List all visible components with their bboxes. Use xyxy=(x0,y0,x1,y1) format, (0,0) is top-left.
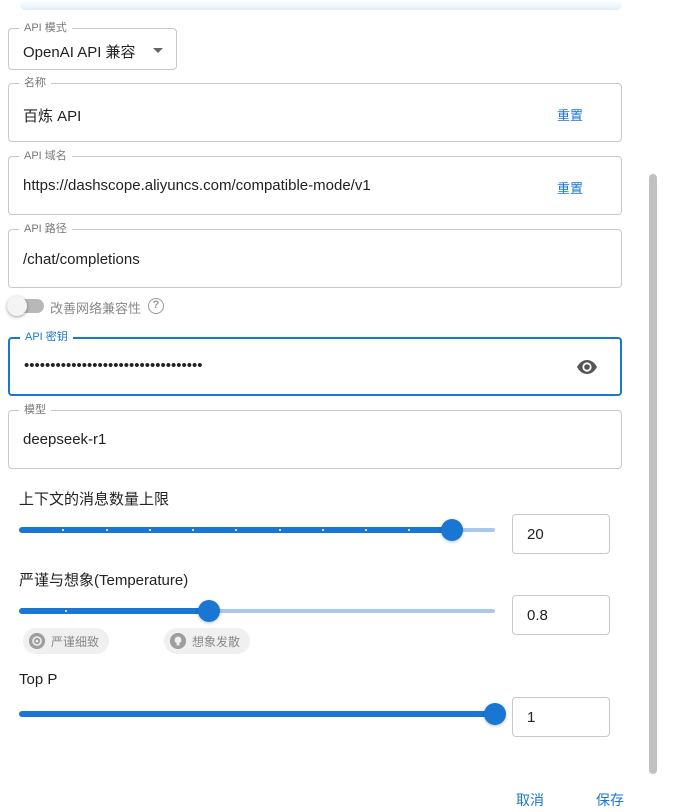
name-field[interactable]: 名称 百炼 API 重置 xyxy=(8,76,622,142)
chip-creative-label: 想象发散 xyxy=(192,634,241,649)
context-limit-title: 上下文的消息数量上限 xyxy=(19,491,170,508)
api-key-label: API 密钥 xyxy=(20,330,73,344)
slider-mark xyxy=(279,529,281,531)
api-host-label: API 域名 xyxy=(19,149,72,163)
context-limit-input[interactable]: 20 xyxy=(512,514,610,554)
chip-precise[interactable]: 严谨细致 xyxy=(23,628,110,654)
slider-mark xyxy=(192,529,194,531)
model-field[interactable]: 模型 deepseek-r1 xyxy=(8,403,622,469)
slider-track xyxy=(19,608,209,614)
api-mode-select[interactable]: API 模式 OpenAI API 兼容 xyxy=(8,21,177,70)
api-path-field[interactable]: API 路径 /chat/completions xyxy=(8,222,622,288)
slider-mark xyxy=(149,529,151,531)
name-label: 名称 xyxy=(19,76,51,90)
lightbulb-icon xyxy=(170,633,186,649)
api-host-field[interactable]: API 域名 https://dashscope.aliyuncs.com/co… xyxy=(8,149,622,215)
slider-thumb[interactable] xyxy=(484,703,506,725)
top-p-slider[interactable] xyxy=(19,703,506,725)
api-key-value: •••••••••••••••••••••••••••••••••• xyxy=(24,357,203,374)
top-p-input[interactable]: 1 xyxy=(512,697,610,737)
cancel-button[interactable]: 取消 xyxy=(516,790,544,810)
temperature-title: 严谨与想象(Temperature) xyxy=(19,572,189,589)
slider-thumb[interactable] xyxy=(441,519,463,541)
temperature-input[interactable]: 0.8 xyxy=(512,595,610,635)
api-key-field[interactable]: API 密钥 •••••••••••••••••••••••••••••••••… xyxy=(8,330,622,396)
temperature-slider[interactable] xyxy=(19,600,495,622)
name-reset-button[interactable]: 重置 xyxy=(557,105,583,124)
top-p-title: Top P xyxy=(19,671,58,688)
target-icon xyxy=(29,633,45,649)
api-path-value: /chat/completions xyxy=(23,251,140,268)
slider-mark xyxy=(106,529,108,531)
network-compat-label: 改善网络兼容性 xyxy=(50,301,142,316)
slider-track xyxy=(19,711,495,717)
api-mode-label: API 模式 xyxy=(19,21,72,35)
model-value: deepseek-r1 xyxy=(23,431,107,448)
api-host-value: https://dashscope.aliyuncs.com/compatibl… xyxy=(23,177,371,194)
model-label: 模型 xyxy=(19,403,51,417)
slider-mark xyxy=(62,529,64,531)
api-host-reset-button[interactable]: 重置 xyxy=(557,178,583,197)
api-path-label: API 路径 xyxy=(19,222,72,236)
top-p-value: 1 xyxy=(527,709,536,726)
slider-mark xyxy=(235,529,237,531)
top-divider xyxy=(20,0,622,10)
slider-mark xyxy=(65,610,67,612)
context-limit-slider[interactable] xyxy=(19,519,495,541)
scrollbar-thumb[interactable] xyxy=(649,174,657,774)
context-limit-value: 20 xyxy=(527,526,544,543)
name-value: 百炼 API xyxy=(23,108,82,125)
eye-icon[interactable] xyxy=(576,359,598,375)
network-compat-toggle[interactable] xyxy=(7,296,44,316)
chip-precise-label: 严谨细致 xyxy=(51,634,100,649)
save-button[interactable]: 保存 xyxy=(596,790,624,810)
temperature-value: 0.8 xyxy=(527,607,548,624)
slider-thumb[interactable] xyxy=(198,600,220,622)
slider-mark xyxy=(408,529,410,531)
slider-mark xyxy=(322,529,324,531)
toggle-thumb xyxy=(7,296,27,316)
chevron-down-icon xyxy=(153,48,163,53)
slider-mark xyxy=(365,529,367,531)
help-circle-icon[interactable]: ? xyxy=(148,298,164,314)
chip-creative[interactable]: 想象发散 xyxy=(164,628,251,654)
api-mode-value: OpenAI API 兼容 xyxy=(23,44,136,61)
